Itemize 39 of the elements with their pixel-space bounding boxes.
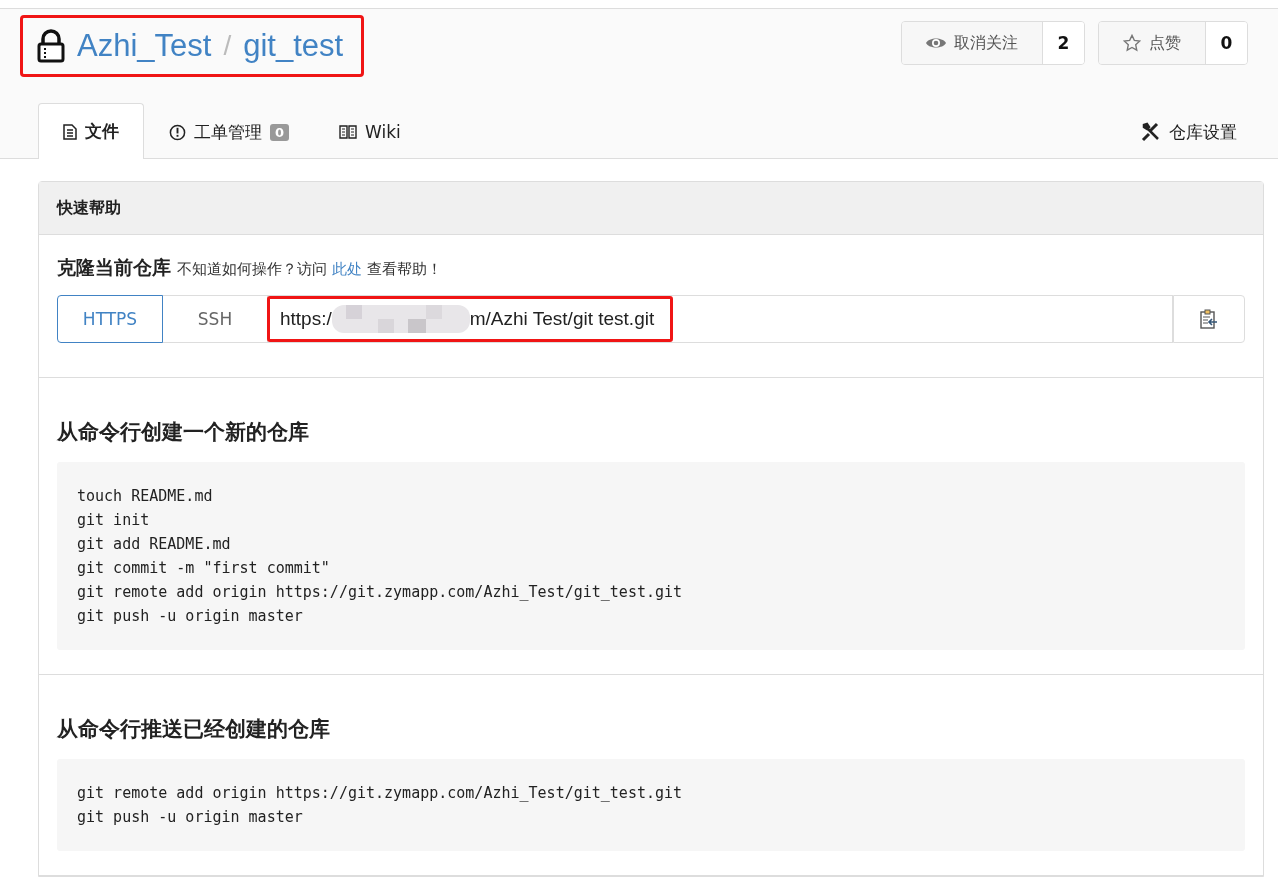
repo-link[interactable]: git_test	[243, 28, 344, 64]
protocol-button[interactable]: HTTPS	[57, 295, 163, 343]
owner-link[interactable]: Azhi_Test	[77, 28, 212, 64]
clipboard-icon	[1200, 309, 1218, 329]
tab[interactable]: 工单管理 0	[144, 104, 315, 159]
code-line: touch README.md	[77, 486, 214, 507]
unwatch-button[interactable]: 取消关注	[902, 22, 1043, 64]
tab[interactable]: Wiki	[314, 104, 426, 159]
code-line: git init	[77, 510, 151, 531]
url-field[interactable]: https:/ m/Azhi Test/git test.git	[267, 295, 1173, 343]
document-icon	[63, 123, 77, 140]
star-button[interactable]: 点赞	[1099, 22, 1206, 64]
star-icon	[1123, 34, 1141, 52]
url-text: https:/	[280, 308, 332, 330]
alert-icon	[169, 123, 186, 141]
book-icon	[339, 125, 358, 139]
tab[interactable]: 文件	[38, 103, 144, 159]
code-line: git add README.md	[77, 534, 232, 555]
code-line: git remote add origin https://git.zymapp.com/Azhi_Test/git_test.git	[77, 582, 684, 603]
tools-icon	[1141, 122, 1161, 142]
help-link[interactable]: 此处	[331, 260, 362, 278]
path-separator: /	[223, 30, 232, 62]
panel-title: 快速帮助	[39, 182, 1263, 235]
code-line: git commit -m "first commit"	[77, 558, 331, 579]
count-link[interactable]: 2	[1043, 22, 1084, 64]
code-line: git push -u origin master	[77, 606, 304, 627]
code-line: git remote add origin https://git.zymapp.com/Azhi_Test/git_test.git	[77, 783, 684, 804]
protocol-button[interactable]: SSH	[162, 295, 268, 343]
copy-button[interactable]	[1173, 295, 1245, 343]
clone-title: 克隆当前仓库	[57, 255, 171, 280]
section-title: 从命令行推送已经创建的仓库	[57, 716, 331, 743]
settings-tab[interactable]: 仓库设置	[1116, 104, 1248, 159]
help-text: 不知道如何操作？访问 此处 查看帮助！	[177, 260, 442, 279]
eye-icon	[926, 36, 946, 50]
url-text: m/Azhi Test/git test.git	[469, 308, 655, 330]
section-title: 从命令行创建一个新的仓库	[57, 419, 310, 446]
count-link[interactable]: 0	[1206, 22, 1247, 64]
count-badge: 0	[270, 123, 290, 141]
code-line: git push -u origin master	[77, 807, 304, 828]
